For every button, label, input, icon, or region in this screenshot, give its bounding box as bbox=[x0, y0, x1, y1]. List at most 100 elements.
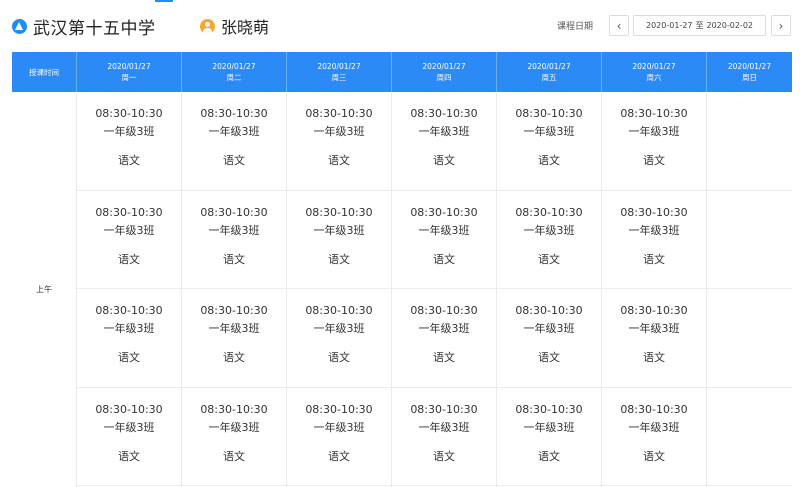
class-name: 一年级3班 bbox=[628, 322, 680, 335]
subject-name: 语文 bbox=[328, 154, 350, 167]
schedule-cell[interactable]: 08:30-10:30 一年级3班 语文 bbox=[182, 388, 286, 486]
class-time: 08:30-10:30 bbox=[305, 304, 373, 317]
time-column-header: 授课时间 bbox=[12, 52, 77, 92]
class-time: 08:30-10:30 bbox=[305, 402, 373, 416]
page-header: 武汉第十五中学 张晓萌 课程日期 ‹ 2020-01-27 至 2020-02-… bbox=[0, 0, 800, 52]
class-name: 一年级3班 bbox=[208, 125, 260, 138]
schedule-cell[interactable]: 08:30-10:30 一年级3班 语文 bbox=[77, 388, 181, 486]
class-name: 一年级3班 bbox=[418, 125, 470, 138]
date-start: 2020-01-27 bbox=[646, 21, 693, 30]
day-header: 2020/01/27 周一 bbox=[77, 52, 182, 92]
schedule-table: 授课时间 2020/01/27 周一 2020/01/27 周二 2020/01… bbox=[12, 52, 792, 487]
schedule-header-row: 授课时间 2020/01/27 周一 2020/01/27 周二 2020/01… bbox=[12, 52, 792, 92]
next-week-button[interactable]: › bbox=[771, 15, 791, 36]
subject-name: 语文 bbox=[223, 154, 245, 167]
prev-week-button[interactable]: ‹ bbox=[609, 15, 629, 36]
class-name: 一年级3班 bbox=[523, 223, 575, 237]
day-column: 08:30-10:30 一年级3班 语文 08:30-10:30 一年级3班 语文 08:3… bbox=[602, 92, 707, 487]
day-header: 2020/01/27 周五 bbox=[497, 52, 602, 92]
day-column: 08:30-10:30 一年级3班 语文 08:30-10:30 一年级3班 语文 08:3… bbox=[497, 92, 602, 487]
day-weekday: 周二 bbox=[226, 73, 242, 82]
subject-name: 语文 bbox=[328, 351, 350, 364]
class-name: 一年级3班 bbox=[208, 322, 260, 335]
schedule-cell[interactable]: 08:30-10:30 一年级3班语文 bbox=[287, 92, 391, 191]
subject-name: 语文 bbox=[328, 252, 350, 266]
schedule-cell[interactable] bbox=[707, 388, 792, 486]
class-time: 08:30-10:30 bbox=[620, 107, 688, 120]
chevron-left-icon: ‹ bbox=[616, 18, 622, 33]
class-time: 08:30-10:30 bbox=[410, 107, 478, 120]
user-icon bbox=[200, 18, 215, 34]
schedule-cell[interactable]: 08:30-10:30 一年级3班 语文 bbox=[77, 92, 181, 191]
schedule-cell[interactable]: 08:30-10:30 一年级3班 语文 bbox=[287, 289, 391, 388]
schedule-cell[interactable]: 08:30-10:30 一年级3班语文 bbox=[602, 388, 706, 486]
class-time: 08:30-10:30 bbox=[620, 205, 688, 219]
schedule-cell[interactable] bbox=[707, 289, 792, 388]
subject-name: 语文 bbox=[328, 449, 350, 463]
day-column: 08:30-10:30 一年级3班 语文 08:30-10:30 一年级3班 语文 08:3… bbox=[77, 92, 182, 487]
school-name: 武汉第十五中学 bbox=[33, 18, 156, 39]
class-time: 08:30-10:30 bbox=[410, 304, 478, 317]
schedule-cell[interactable]: 08:30-10:30 一年级3班语文 bbox=[392, 289, 496, 388]
schedule-cell[interactable]: 08:30-10:30 一年级3班语文 bbox=[287, 388, 391, 486]
class-name: 一年级3班 bbox=[313, 125, 365, 138]
day-date: 2020/01/27 bbox=[527, 62, 571, 71]
class-name: 一年级3班 bbox=[628, 125, 680, 138]
day-column: 08:30-10:30 一年级3班 语文 08:30-10:30 一年级3班 语文 08:3… bbox=[287, 92, 392, 487]
class-name: 一年级3班 bbox=[628, 420, 680, 434]
schedule-cell[interactable]: 08:30-10:30 一年级3班 语文 bbox=[392, 191, 496, 289]
class-time: 08:30-10:30 bbox=[95, 107, 163, 120]
schedule-cell[interactable]: 08:30-10:30 一年级3班 语文 bbox=[392, 388, 496, 486]
schedule-cell[interactable]: 08:30-10:30 一年级3班 语文 bbox=[602, 92, 706, 191]
schedule-cell[interactable]: 08:30-10:30 一年级3班 语文 bbox=[602, 191, 706, 289]
class-name: 一年级3班 bbox=[628, 223, 680, 237]
subject-name: 语文 bbox=[433, 449, 455, 463]
schedule-cell[interactable]: 08:30-10:30 一年级3班 语文 bbox=[287, 191, 391, 289]
schedule-cell[interactable]: 08:30-10:30 一年级3班语文 bbox=[497, 92, 601, 191]
subject-name: 语文 bbox=[118, 351, 140, 364]
schedule-cell[interactable] bbox=[707, 92, 792, 191]
schedule-cell[interactable]: 08:30-10:30 一年级3班 语文 bbox=[497, 388, 601, 486]
class-time: 08:30-10:30 bbox=[200, 304, 268, 317]
schedule-cell[interactable]: 08:30-10:30 一年级3班 语文 bbox=[77, 289, 181, 388]
schedule-cell[interactable]: 08:30-10:30 一年级3班 语文 bbox=[77, 191, 181, 289]
schedule-body: 上午 08:30-10:30 一年级3班 语文 08:30-10:30 一年级3班 语文 0… bbox=[12, 92, 792, 487]
class-name: 一年级3班 bbox=[103, 223, 155, 237]
schedule-cell[interactable] bbox=[707, 191, 792, 289]
class-name: 一年级3班 bbox=[313, 420, 365, 434]
class-time: 08:30-10:30 bbox=[305, 205, 373, 219]
subject-name: 语文 bbox=[538, 351, 560, 364]
schedule-cell[interactable]: 08:30-10:30 一年级3班 语文 bbox=[182, 92, 286, 191]
schedule-cell[interactable]: 08:30-10:30 一年级3班 语文 bbox=[182, 289, 286, 388]
day-columns: 08:30-10:30 一年级3班 语文 08:30-10:30 一年级3班 语文 08:3… bbox=[77, 92, 792, 487]
subject-name: 语文 bbox=[433, 351, 455, 364]
date-end: 2020-02-02 bbox=[706, 21, 754, 30]
schedule-cell[interactable]: 08:30-10:30 一年级3班 语文 bbox=[602, 289, 706, 388]
schedule-cell[interactable]: 08:30-10:30 一年级3班 语文 bbox=[497, 289, 601, 388]
class-name: 一年级3班 bbox=[208, 223, 260, 237]
schedule-cell[interactable]: 08:30-10:30 一年级3班 语文 bbox=[182, 191, 286, 289]
day-header: 2020/01/27 周日 bbox=[707, 52, 792, 92]
subject-name: 语文 bbox=[433, 154, 455, 167]
class-time: 08:30-10:30 bbox=[515, 107, 583, 120]
class-name: 一年级3班 bbox=[523, 322, 575, 335]
date-range-picker[interactable]: 2020-01-27 至 2020-02-02 bbox=[633, 15, 766, 36]
class-name: 一年级3班 bbox=[418, 420, 470, 434]
schedule-cell[interactable]: 08:30-10:30 一年级3班语文 bbox=[392, 92, 496, 191]
subject-name: 语文 bbox=[223, 449, 245, 463]
class-time: 08:30-10:30 bbox=[200, 205, 268, 219]
schedule-cell[interactable]: 08:30-10:30 一年级3班 语文 bbox=[497, 191, 601, 289]
class-time: 08:30-10:30 bbox=[620, 402, 688, 416]
class-name: 一年级3班 bbox=[523, 125, 575, 138]
school-info: 武汉第十五中学 bbox=[12, 15, 156, 39]
class-time: 08:30-10:30 bbox=[305, 107, 373, 120]
class-name: 一年级3班 bbox=[103, 322, 155, 335]
class-time: 08:30-10:30 bbox=[200, 402, 268, 416]
day-header: 2020/01/27 周三 bbox=[287, 52, 392, 92]
subject-name: 语文 bbox=[643, 449, 665, 463]
day-column: 08:30-10:30 一年级3班 语文 08:30-10:30 一年级3班 语文 08:3… bbox=[182, 92, 287, 487]
subject-name: 语文 bbox=[538, 154, 560, 167]
day-weekday: 周四 bbox=[436, 73, 452, 82]
day-date: 2020/01/27 bbox=[632, 62, 676, 71]
class-name: 一年级3班 bbox=[418, 322, 470, 335]
